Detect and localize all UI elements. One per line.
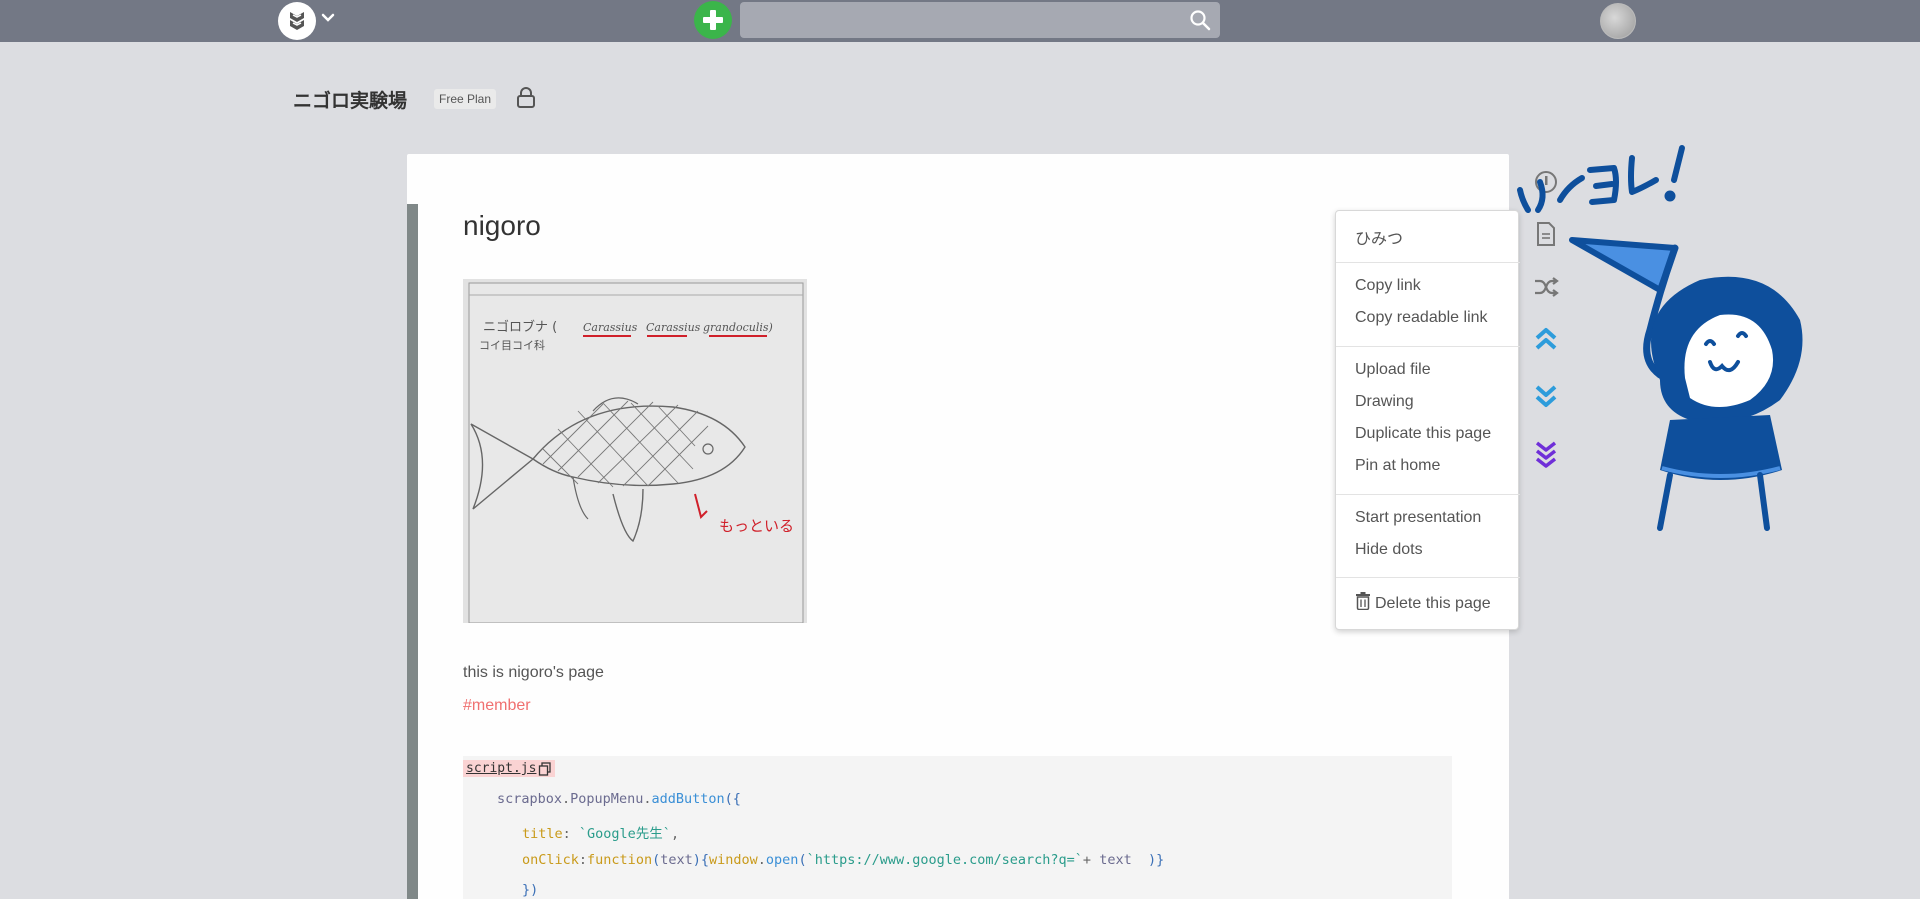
code-token: .	[757, 852, 766, 868]
copy-icon[interactable]	[538, 761, 552, 776]
scrapbox-logo-icon[interactable]	[278, 2, 316, 40]
character-figure	[1569, 237, 1803, 531]
image-heading-text: ニゴロブナ (	[483, 319, 557, 335]
code-token: ({	[724, 791, 741, 807]
code-token: `Google先生`	[578, 826, 671, 842]
code-title-text[interactable]: script.js	[466, 761, 536, 776]
page-popup-menu: ひみつ Copy link Copy readable link Upload …	[1335, 210, 1520, 630]
code-token: .	[562, 791, 571, 807]
code-token: (	[652, 852, 661, 868]
code-token: onClick	[522, 852, 579, 868]
code-token: title	[522, 826, 563, 842]
plan-badge: Free Plan	[434, 89, 497, 109]
lock-icon	[517, 87, 535, 108]
top-navbar	[0, 0, 1920, 42]
code-line-2: title: `Google先生`,	[522, 822, 679, 842]
menu-item-delete-label: Delete this page	[1375, 595, 1491, 612]
image-latin2-text: Carassius	[646, 321, 701, 334]
image-latin1-text: Carassius	[583, 321, 638, 334]
menu-item-start-presentation[interactable]: Start presentation	[1355, 509, 1481, 527]
menu-item-upload-file[interactable]: Upload file	[1355, 361, 1431, 379]
code-line-4: })	[522, 882, 538, 898]
menu-item-secret[interactable]: ひみつ	[1355, 225, 1403, 249]
image-latin3-text: grandoculis)	[703, 321, 773, 334]
menu-divider	[1336, 577, 1520, 578]
code-token: window	[709, 852, 758, 868]
code-title-link[interactable]: script.js	[463, 760, 556, 777]
menu-item-duplicate-page[interactable]: Duplicate this page	[1355, 425, 1491, 443]
new-page-button[interactable]	[694, 1, 732, 39]
pointing-character-illustration	[1517, 145, 1803, 531]
code-token: :	[578, 852, 588, 868]
code-token: text	[660, 852, 693, 868]
user-avatar[interactable]	[1600, 3, 1636, 39]
code-token: open	[765, 852, 799, 868]
kore-handwritten-graphic	[1517, 145, 1685, 213]
code-token: })	[522, 882, 539, 898]
menu-item-pin-at-home[interactable]: Pin at home	[1355, 457, 1440, 475]
fish-drawing-image[interactable]: ニゴロブナ ( Carassius Carassius grandoculis)…	[463, 279, 807, 623]
code-token: :	[562, 826, 579, 842]
code-token: text	[1099, 852, 1132, 868]
code-token: ,	[670, 826, 680, 842]
menu-divider	[1336, 494, 1520, 495]
page-text-line: this is nigoro's page	[463, 664, 604, 681]
page-title: nigoro	[463, 210, 541, 241]
menu-item-copy-link[interactable]: Copy link	[1355, 277, 1421, 295]
code-token: scrapbox	[497, 791, 563, 807]
menu-item-copy-readable-link[interactable]: Copy readable link	[1355, 309, 1488, 327]
code-token: (	[798, 852, 807, 868]
menu-item-drawing[interactable]: Drawing	[1355, 393, 1414, 411]
code-token: PopupMenu	[570, 791, 644, 807]
code-token: `https://www.google.com/search?q=`	[806, 852, 1083, 868]
code-token: ){	[692, 852, 709, 868]
image-family-text: コイ目コイ科	[479, 338, 545, 352]
code-token: addButton	[651, 791, 725, 807]
code-line-3: onClick:function(text){window.open(`http…	[522, 852, 1164, 868]
search-icon[interactable]	[1188, 8, 1212, 32]
image-note-text: もっといる	[719, 517, 794, 535]
code-line-1: scrapbox.PopupMenu.addButton({	[497, 791, 741, 807]
plus-icon	[703, 10, 723, 30]
menu-divider	[1336, 262, 1520, 263]
code-token: function	[587, 852, 653, 868]
code-token: )}	[1131, 852, 1165, 868]
page-left-bar	[407, 204, 418, 899]
member-tag-link[interactable]: #member	[463, 697, 531, 715]
menu-divider	[1336, 346, 1520, 347]
chevron-down-icon[interactable]	[320, 10, 336, 26]
menu-item-hide-dots[interactable]: Hide dots	[1355, 541, 1423, 559]
menu-item-delete-page[interactable]: Delete this page	[1355, 592, 1491, 613]
code-token: +	[1082, 852, 1100, 868]
search-input[interactable]	[740, 2, 1220, 38]
project-title[interactable]: ニゴロ実験場	[293, 86, 407, 113]
trash-icon	[1356, 592, 1370, 610]
